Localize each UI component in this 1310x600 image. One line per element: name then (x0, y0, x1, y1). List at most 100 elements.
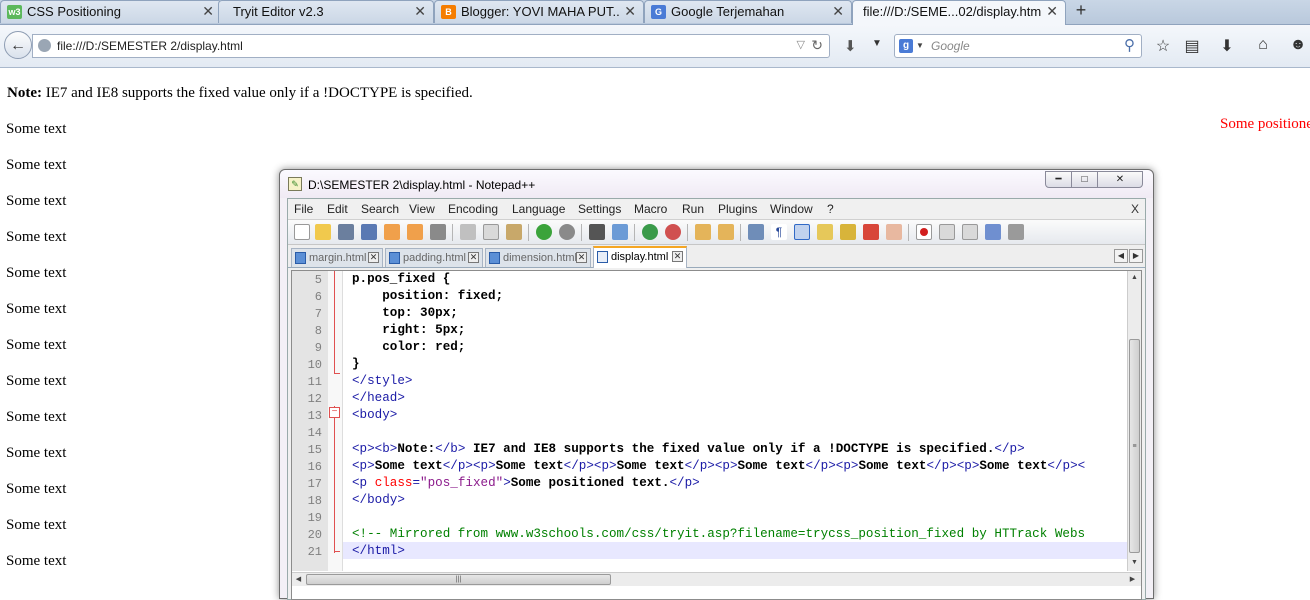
undo-icon[interactable] (536, 224, 552, 240)
save-macro-icon[interactable] (1008, 224, 1024, 240)
dropdown-arrow-icon[interactable]: ▽ (797, 38, 805, 51)
zoom-in-icon[interactable] (642, 224, 658, 240)
folder-as-workspace-icon[interactable] (886, 224, 902, 240)
minimize-button[interactable]: ━ (1045, 171, 1072, 188)
maximize-button[interactable]: □ (1071, 171, 1098, 188)
toolbar-separator (634, 224, 635, 241)
document-map-icon[interactable] (840, 224, 856, 240)
menu-view[interactable]: View (409, 202, 435, 216)
tab-scroll-left-icon[interactable]: ◀ (1114, 249, 1128, 263)
menu-encoding[interactable]: Encoding (448, 202, 498, 216)
doc-tab-dimension[interactable]: dimension.html ✕ (485, 248, 591, 267)
menu-window[interactable]: Window (770, 202, 813, 216)
open-file-icon[interactable] (315, 224, 331, 240)
scroll-right-icon[interactable]: ▶ (1126, 573, 1139, 586)
code-line: position: fixed; (352, 289, 504, 303)
new-tab-button[interactable]: + (1070, 0, 1092, 23)
browser-tab-blogger[interactable]: B Blogger: YOVI MAHA PUT... ✕ (434, 0, 644, 23)
tab-close-icon[interactable]: ✕ (368, 252, 379, 263)
tab-close-icon[interactable]: ✕ (576, 252, 587, 263)
cut-icon[interactable] (460, 224, 476, 240)
find-icon[interactable] (589, 224, 605, 240)
show-all-characters-icon[interactable]: ¶ (771, 224, 787, 240)
scroll-up-icon[interactable]: ▲ (1128, 271, 1141, 285)
browser-tab-css-positioning[interactable]: w3 CSS Positioning ✕ (0, 0, 222, 23)
google-search-engine-icon[interactable]: g (899, 39, 913, 53)
tab-close-icon[interactable]: ✕ (468, 252, 479, 263)
close-all-icon[interactable] (407, 224, 423, 240)
menu-search[interactable]: Search (361, 202, 399, 216)
code-editor[interactable]: − 5 6 7 8 9 10 11 12 13 14 15 16 17 18 1… (291, 270, 1142, 600)
menu-edit[interactable]: Edit (327, 202, 348, 216)
menu-plugins[interactable]: Plugins (718, 202, 757, 216)
search-bar[interactable]: g ▼ Google ⚲ (894, 34, 1142, 58)
zoom-out-icon[interactable] (665, 224, 681, 240)
replace-icon[interactable] (612, 224, 628, 240)
downloads-menu-icon[interactable]: ▼ (872, 38, 882, 49)
scroll-left-icon[interactable]: ◀ (292, 573, 305, 586)
tab-close-icon[interactable]: ✕ (1046, 3, 1058, 20)
user-defined-language-icon[interactable] (817, 224, 833, 240)
window-title-bar[interactable]: ✎ D:\SEMESTER 2\display.html - Notepad++… (280, 170, 1153, 198)
file-saved-icon (389, 252, 400, 264)
vertical-scroll-thumb[interactable]: ≡ (1129, 339, 1140, 553)
menu-help[interactable]: ? (827, 202, 834, 216)
downloads-icon[interactable]: ⬇ (1217, 36, 1237, 56)
indent-guide-icon[interactable] (794, 224, 810, 240)
vertical-scrollbar[interactable]: ▲ ≡ ▼ (1127, 271, 1141, 571)
redo-icon[interactable] (559, 224, 575, 240)
tab-close-icon[interactable]: ✕ (414, 3, 426, 20)
bookmark-star-icon[interactable]: ☆ (1153, 36, 1173, 56)
tab-scroll-right-icon[interactable]: ▶ (1129, 249, 1143, 263)
menu-file[interactable]: File (294, 202, 313, 216)
close-document-button[interactable]: X (1131, 202, 1139, 216)
copy-icon[interactable] (483, 224, 499, 240)
play-macro-icon[interactable] (962, 224, 978, 240)
word-wrap-icon[interactable] (748, 224, 764, 240)
chat-icon[interactable]: ☻ (1288, 36, 1308, 54)
horizontal-scroll-thumb[interactable]: ||| (306, 574, 611, 585)
close-button[interactable]: ✕ (1097, 171, 1143, 188)
tab-close-icon[interactable]: ✕ (202, 3, 214, 20)
record-macro-icon[interactable] (916, 224, 932, 240)
some-text-paragraph: Some text (6, 337, 67, 353)
doc-tab-display[interactable]: display.html ✕ (593, 246, 687, 268)
doc-tab-margin[interactable]: margin.html ✕ (291, 248, 383, 267)
run-macro-multiple-icon[interactable] (985, 224, 1001, 240)
new-file-icon[interactable] (294, 224, 310, 240)
save-icon[interactable] (338, 224, 354, 240)
download-icon[interactable]: ⬇ (844, 37, 857, 55)
print-icon[interactable] (430, 224, 446, 240)
tab-close-icon[interactable]: ✕ (672, 251, 683, 262)
paste-icon[interactable] (506, 224, 522, 240)
chevron-down-icon[interactable]: ▼ (916, 41, 924, 50)
function-list-icon[interactable] (863, 224, 879, 240)
sync-vertical-icon[interactable] (695, 224, 711, 240)
doc-tab-padding[interactable]: padding.html ✕ (385, 248, 483, 267)
scroll-down-icon[interactable]: ▼ (1128, 556, 1141, 570)
doc-tab-label: dimension.html (503, 252, 577, 264)
horizontal-scrollbar[interactable]: ◀ ||| ▶ (292, 572, 1141, 586)
save-all-icon[interactable] (361, 224, 377, 240)
tab-label: Tryit Editor v2.3 (233, 4, 324, 19)
address-bar[interactable]: file:///D:/SEMESTER 2/display.html ▽ ↻ (32, 34, 830, 58)
menu-language[interactable]: Language (512, 202, 565, 216)
menu-settings[interactable]: Settings (578, 202, 621, 216)
sync-horizontal-icon[interactable] (718, 224, 734, 240)
back-button[interactable]: ← (4, 31, 32, 59)
browser-tab-google-terjemahan[interactable]: G Google Terjemahan ✕ (644, 0, 852, 23)
bookmarks-menu-icon[interactable]: ▤ (1182, 36, 1202, 56)
stop-macro-icon[interactable] (939, 224, 955, 240)
reload-icon[interactable]: ↻ (811, 37, 823, 54)
home-icon[interactable]: ⌂ (1253, 36, 1273, 54)
browser-tab-tryit-editor[interactable]: Tryit Editor v2.3 ✕ (218, 0, 434, 23)
tab-close-icon[interactable]: ✕ (832, 3, 844, 20)
some-text-paragraph: Some text (6, 517, 67, 533)
menu-run[interactable]: Run (682, 202, 704, 216)
close-icon[interactable] (384, 224, 400, 240)
menu-macro[interactable]: Macro (634, 202, 667, 216)
fold-collapse-icon[interactable]: − (329, 407, 340, 418)
browser-tab-display-html[interactable]: file:///D:/SEME...02/display.html ✕ (852, 0, 1066, 25)
tab-close-icon[interactable]: ✕ (624, 3, 636, 20)
search-icon[interactable]: ⚲ (1124, 36, 1135, 54)
